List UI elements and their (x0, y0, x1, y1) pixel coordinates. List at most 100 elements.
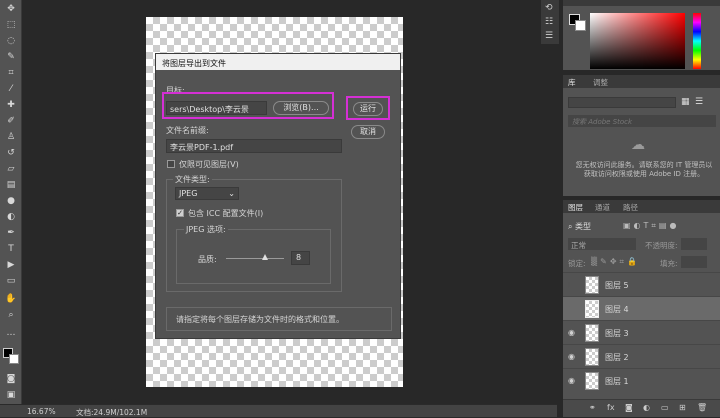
blend-mode-select[interactable]: 正常 (568, 238, 636, 250)
color-panel-tabs (563, 0, 720, 6)
stock-search-input[interactable]: 搜索 Adobe Stock (568, 115, 716, 127)
adjustment-layer-icon[interactable]: ◐ (643, 403, 650, 412)
tab-channels[interactable]: 通道 (595, 202, 610, 213)
gradient-tool-icon[interactable]: ▤ (3, 178, 19, 192)
rectangle-tool-icon[interactable]: ▭ (3, 274, 19, 288)
eyedropper-tool-icon[interactable]: ⁄ (3, 82, 19, 96)
layer-row-selected[interactable]: □ 图层 4 (563, 296, 720, 320)
layers-panel-tabs: 图层 通道 路径 (563, 200, 720, 213)
tab-layers[interactable]: 图层 (568, 202, 583, 213)
quality-slider-thumb[interactable] (261, 254, 268, 260)
quick-mask-icon[interactable]: ◙ (3, 372, 19, 386)
pen-tool-icon[interactable]: ✒ (3, 226, 19, 240)
visible-only-checkbox[interactable] (167, 160, 175, 168)
lock-icons[interactable]: ▒✎✥⌗🔒 (591, 257, 640, 267)
layer-thumbnail (585, 276, 599, 294)
clone-stamp-tool-icon[interactable]: ♙ (3, 130, 19, 144)
prefix-field[interactable]: 李云景PDF-1.pdf (166, 139, 342, 153)
layer-row[interactable]: ◉ 图层 2 (563, 344, 720, 368)
hue-slider[interactable] (693, 13, 701, 69)
export-layers-dialog: 将图层导出到文件 目标: sers\Desktop\李云景 浏览(B)... 运… (155, 53, 401, 339)
eye-icon[interactable]: ◉ (568, 352, 575, 361)
properties-icon[interactable]: ☷ (545, 17, 553, 27)
layer-row[interactable]: □ 图层 5 (563, 272, 720, 296)
collapsed-panel-strip: ⟲ ☷ ☰ (541, 0, 559, 44)
hand-tool-icon[interactable]: ✋ (3, 292, 19, 306)
opacity-field[interactable] (681, 238, 707, 250)
eye-icon[interactable]: ◉ (568, 328, 575, 337)
layer-name: 图层 5 (605, 281, 629, 290)
fill-label: 填充: (660, 259, 678, 268)
opacity-label: 不透明度: (645, 241, 678, 250)
library-panel-tabs: 库 调整 (563, 75, 720, 88)
move-tool-icon[interactable]: ✥ (3, 2, 19, 16)
jpeg-options-label: JPEG 选项: (184, 224, 228, 235)
color-panel (563, 0, 720, 70)
file-type-label: 文件类型: (173, 174, 212, 185)
filter-icons[interactable]: ▣◐T⌗▤● (623, 221, 679, 231)
more-tools-icon[interactable]: … (3, 326, 19, 340)
lock-label: 锁定: (568, 259, 586, 268)
zoom-level[interactable]: 16.67% (27, 407, 56, 416)
background-color-swatch[interactable] (9, 354, 19, 364)
dodge-tool-icon[interactable]: ◐ (3, 210, 19, 224)
crop-tool-icon[interactable]: ⌗ (3, 66, 19, 80)
color-picker-field[interactable] (590, 13, 685, 69)
chevron-down-icon: ⌄ (228, 189, 235, 198)
healing-brush-tool-icon[interactable]: ✚ (3, 98, 19, 112)
list-view-icon[interactable]: ☰ (695, 97, 703, 107)
fill-field[interactable] (681, 256, 707, 268)
tab-paths[interactable]: 路径 (623, 202, 638, 213)
new-layer-icon[interactable]: ⊞ (679, 403, 686, 412)
quick-select-tool-icon[interactable]: ✎ (3, 50, 19, 64)
background-swatch[interactable] (575, 20, 586, 31)
run-highlight-box (346, 96, 390, 120)
layers-panel: 图层 通道 路径 ⌕ 类型 ▣◐T⌗▤● 正常 不透明度: 锁定: ▒✎✥⌗🔒 … (563, 200, 720, 417)
history-brush-tool-icon[interactable]: ↺ (3, 146, 19, 160)
filter-kind-select[interactable]: ⌕ 类型 (568, 221, 591, 232)
lasso-tool-icon[interactable]: ◌ (3, 34, 19, 48)
filter-kind-label: 类型 (575, 222, 592, 231)
quality-field[interactable]: 8 (291, 251, 310, 265)
status-bar: 16.67% 文档:24.9M/102.1M (0, 404, 557, 417)
layer-thumbnail (585, 372, 599, 390)
zoom-tool-icon[interactable]: ⌕ (3, 308, 19, 322)
layer-name: 图层 2 (605, 353, 629, 362)
type-tool-icon[interactable]: T (3, 242, 19, 256)
eye-icon[interactable]: ◉ (568, 376, 575, 385)
quality-slider-track[interactable] (226, 258, 284, 259)
eraser-tool-icon[interactable]: ▱ (3, 162, 19, 176)
marquee-tool-icon[interactable]: ⬚ (3, 18, 19, 32)
blur-tool-icon[interactable]: ● (3, 194, 19, 208)
grid-view-icon[interactable]: ▦ (681, 97, 690, 107)
history-icon[interactable]: ⟲ (545, 3, 553, 13)
tab-library[interactable]: 库 (568, 77, 576, 88)
file-type-value: JPEG (179, 189, 198, 198)
layer-thumbnail (585, 348, 599, 366)
fx-icon[interactable]: fx (607, 403, 615, 412)
layer-row[interactable]: ◉ 图层 3 (563, 320, 720, 344)
brush-tool-icon[interactable]: ✐ (3, 114, 19, 128)
trash-icon[interactable]: 🗑 (697, 403, 707, 412)
dialog-title: 将图层导出到文件 (156, 54, 400, 70)
layer-thumbnail (585, 324, 599, 342)
screen-mode-icon[interactable]: ▣ (3, 388, 19, 402)
visibility-toggle[interactable]: □ (568, 304, 576, 313)
cloud-off-icon: ☁ (631, 137, 645, 153)
mask-icon[interactable]: ◙ (625, 403, 633, 412)
adjustments-icon[interactable]: ☰ (545, 31, 553, 41)
visibility-toggle[interactable]: □ (568, 280, 576, 289)
layer-row[interactable]: ◉ 图层 1 (563, 368, 720, 392)
layer-name: 图层 3 (605, 329, 629, 338)
library-panel: 库 调整 ▦ ☰ 搜索 Adobe Stock ☁ 您无权访问此服务。请联系您的… (563, 75, 720, 196)
cancel-button[interactable]: 取消 (351, 125, 385, 139)
file-type-select[interactable]: JPEG ⌄ (175, 187, 239, 200)
library-select[interactable] (568, 97, 676, 108)
document-info[interactable]: 文档:24.9M/102.1M (76, 407, 147, 418)
path-selection-tool-icon[interactable]: ▶ (3, 258, 19, 272)
folder-icon[interactable]: ▭ (661, 403, 669, 412)
tab-adjustments[interactable]: 调整 (593, 77, 608, 88)
link-layers-icon[interactable]: ⚭ (589, 403, 596, 412)
icc-checkbox[interactable]: ✓ (176, 209, 184, 217)
quality-label: 品质: (198, 255, 217, 264)
